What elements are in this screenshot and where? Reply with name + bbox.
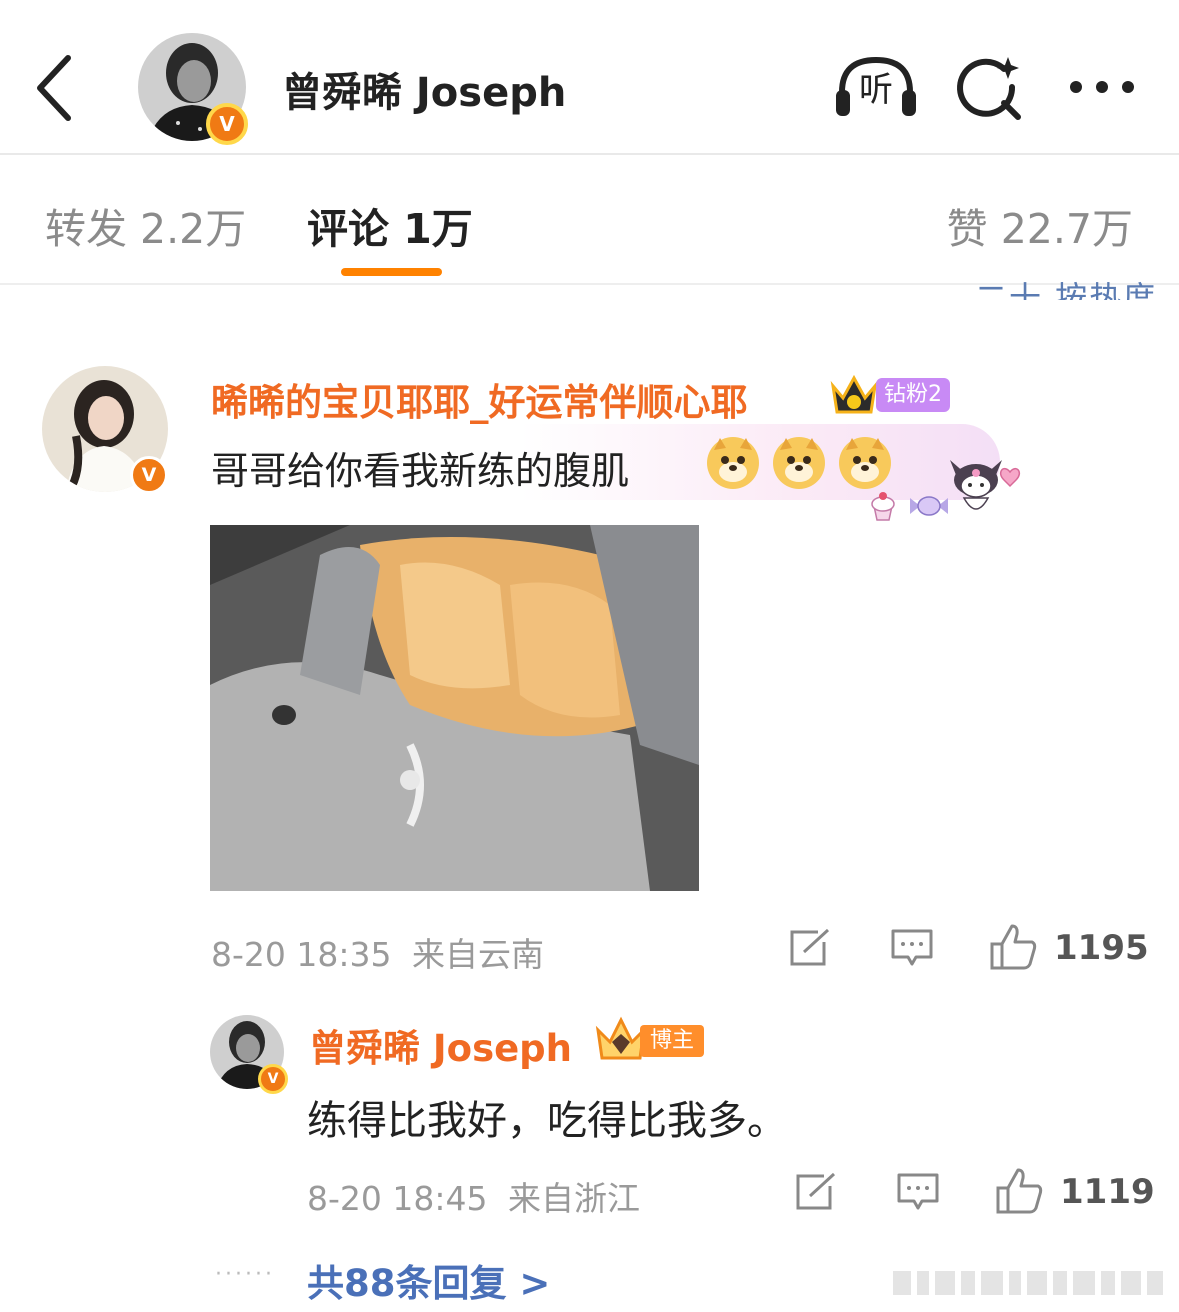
comment-icon <box>897 1173 939 1210</box>
chevron-left-icon <box>37 55 71 121</box>
active-tab-indicator <box>341 268 442 276</box>
share-icon <box>796 1172 836 1210</box>
page-title: 曾舜晞 Joseph <box>282 70 567 116</box>
like-button[interactable]: 1195 <box>988 922 1149 972</box>
comment-location: 来自云南 <box>412 935 544 974</box>
thread-dots: ······ <box>215 1262 275 1287</box>
doge-emoji-icon <box>772 436 826 490</box>
share-icon <box>790 928 830 966</box>
doge-emoji-icon <box>706 436 760 490</box>
cupcake-sticker-icon <box>866 488 900 522</box>
watermark-decoration <box>893 1265 1173 1301</box>
reply-timestamp: 8-20 18:45 <box>307 1179 488 1218</box>
search-button[interactable] <box>956 53 1024 121</box>
reply-text: 练得比我好，吃得比我多。 <box>307 1098 787 1144</box>
tab-bar: 转发 2.2万 评论 1万 赞 22.7万 <box>0 155 1179 285</box>
reply-username[interactable]: 曾舜晞 Joseph <box>309 1018 572 1072</box>
sort-toggle[interactable]: 二十 按热度 <box>975 270 1157 300</box>
kuromi-sticker-icon <box>944 450 1026 524</box>
like-count: 1119 <box>1060 1172 1155 1212</box>
tab-like[interactable]: 赞 22.7万 <box>947 195 1133 255</box>
verified-badge-icon: V <box>130 456 168 494</box>
thumbs-up-icon <box>990 924 1037 970</box>
tab-repost[interactable]: 转发 2.2万 <box>45 195 246 255</box>
fan-level-badge: 钻粉2 <box>876 378 950 412</box>
comment-timestamp: 8-20 18:35 <box>211 935 392 974</box>
reply-location: 来自浙江 <box>508 1179 640 1218</box>
back-button[interactable] <box>30 50 90 126</box>
crown-icon <box>829 374 879 416</box>
verified-badge-icon: V <box>206 103 248 145</box>
comment-image[interactable] <box>210 525 699 891</box>
reply-button[interactable] <box>890 928 934 968</box>
comment-meta: 8-20 18:35 来自云南 <box>211 928 544 976</box>
commenter-username[interactable]: 晞晞的宝贝耶耶_好运常伴顺心耶 <box>211 372 748 426</box>
search-sparkle-icon <box>957 57 1021 120</box>
reply-meta: 8-20 18:45 来自浙江 <box>307 1172 640 1220</box>
reply-button[interactable] <box>896 1172 940 1212</box>
doge-emoji-icon <box>838 436 892 490</box>
listen-button[interactable]: 听 <box>834 56 918 118</box>
like-button[interactable]: 1119 <box>994 1166 1155 1216</box>
comment-icon <box>891 929 933 966</box>
view-all-replies-link[interactable]: 共88条回复 > <box>307 1253 550 1307</box>
share-button[interactable] <box>794 1172 838 1212</box>
more-icon <box>1070 81 1134 93</box>
thumbs-up-icon <box>996 1168 1043 1214</box>
comment-text: 哥哥给你看我新练的腹肌 <box>211 449 630 493</box>
like-count: 1195 <box>1054 928 1149 968</box>
blogger-badge: 博主 <box>640 1025 705 1057</box>
share-button[interactable] <box>788 928 832 968</box>
top-nav-bar: V 曾舜晞 Joseph 听 <box>0 0 1179 155</box>
more-options-button[interactable] <box>1066 70 1138 104</box>
verified-badge-icon: V <box>258 1064 288 1094</box>
tab-comment[interactable]: 评论 1万 <box>307 195 473 255</box>
listen-label: 听 <box>859 70 893 110</box>
